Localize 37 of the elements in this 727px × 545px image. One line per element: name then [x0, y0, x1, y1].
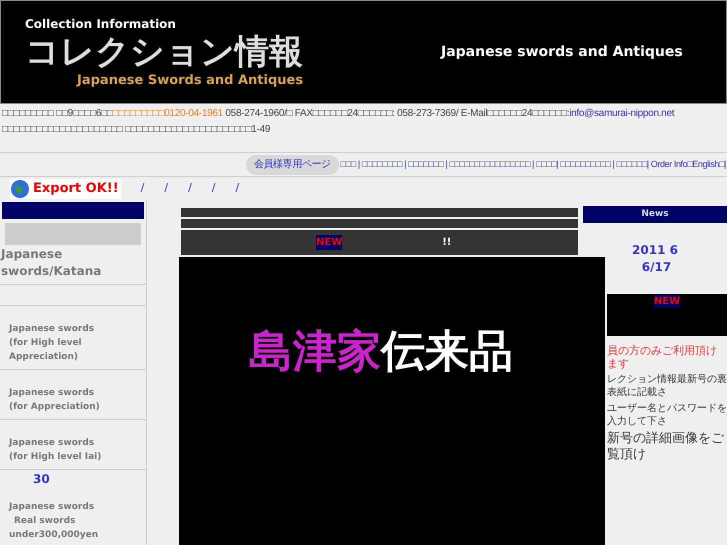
notice-heading: 員の方のみご利用頂けます — [607, 344, 718, 370]
sidebar-item[interactable]: Japanese swords (for High level Iai) — [0, 420, 146, 470]
globe-icon — [10, 178, 30, 198]
promo-banner: 島津家伝来品 — [179, 257, 605, 545]
news-date[interactable]: 6/17 — [638, 259, 672, 276]
breadcrumb-link[interactable]: / — [140, 180, 144, 197]
notice-text: ユーザー名とパスワードを入力して下さ — [607, 402, 727, 428]
sidebar-item[interactable]: Japanese swords (for Appreciation) — [0, 370, 146, 420]
nav-link[interactable]: □□□□□□□□□□□□□□□□ — [449, 158, 530, 172]
nav-link[interactable]: | □□□□| — [532, 158, 558, 172]
breadcrumb-link[interactable]: / — [212, 180, 216, 197]
contact-info: □□□□□□□□□ □□9□□□□6□□□□□□□□□□□0120-04-1961 058-274-1960/□ FAX□□□□□□24□□□□□□: 058-273-7369/ E-Mail□□□□□□24□□□□□□:info@samurai-nippon.net □□□□□□□□□□□□□□□□□□□□□ □□□□□□□□□□□□□□□□□□□□□□1-49 — [1, 107, 676, 137]
news-date[interactable]: 2011 6 — [632, 242, 678, 259]
email-link[interactable]: info@samurai-nippon.net — [569, 108, 674, 119]
logo-title: コレクション情報 — [25, 30, 304, 74]
notice-text: レクション情報最新号の裏表紙に記載さ — [607, 373, 727, 399]
member-page-button[interactable]: 会員様専用ページ — [246, 154, 339, 174]
export-badge: Export OK!! — [10, 178, 121, 198]
nav-link[interactable]: Order Info□English□| — [650, 158, 726, 172]
sidebar-item[interactable]: Japanese swords (for High level Appreciation) — [0, 306, 146, 370]
nav-link[interactable]: | □□□□□□□ | — [404, 158, 448, 172]
nav-link[interactable]: □□□ | — [340, 158, 360, 172]
news-header: News — [583, 206, 727, 223]
nav-link[interactable]: | □□□□□□| — [612, 158, 649, 172]
sidebar-item[interactable]: 30 Japanese swords Real swords under300,000yen — [0, 470, 146, 545]
logo-subtitle: Japanese Swords and Antiques — [75, 74, 304, 86]
logo-caption: Collection Information — [25, 18, 177, 30]
breadcrumb-link[interactable]: / — [164, 180, 168, 197]
notice-text: 新号の詳細画像をご覧頂け — [607, 431, 726, 463]
breadcrumb-link[interactable]: / — [188, 180, 192, 197]
breadcrumb-link[interactable]: / — [236, 180, 240, 197]
new-badge: NEW — [654, 295, 680, 308]
headline-bar: NEW !! — [181, 230, 578, 255]
site-tagline: Japanese swords and Antiques — [441, 42, 683, 62]
nav-link[interactable]: □□□□□□□□□□ — [560, 158, 611, 172]
sidebar-title: Japanese swords/Katana — [0, 245, 146, 285]
nav-link[interactable]: □□□□□□□□ — [362, 158, 402, 172]
